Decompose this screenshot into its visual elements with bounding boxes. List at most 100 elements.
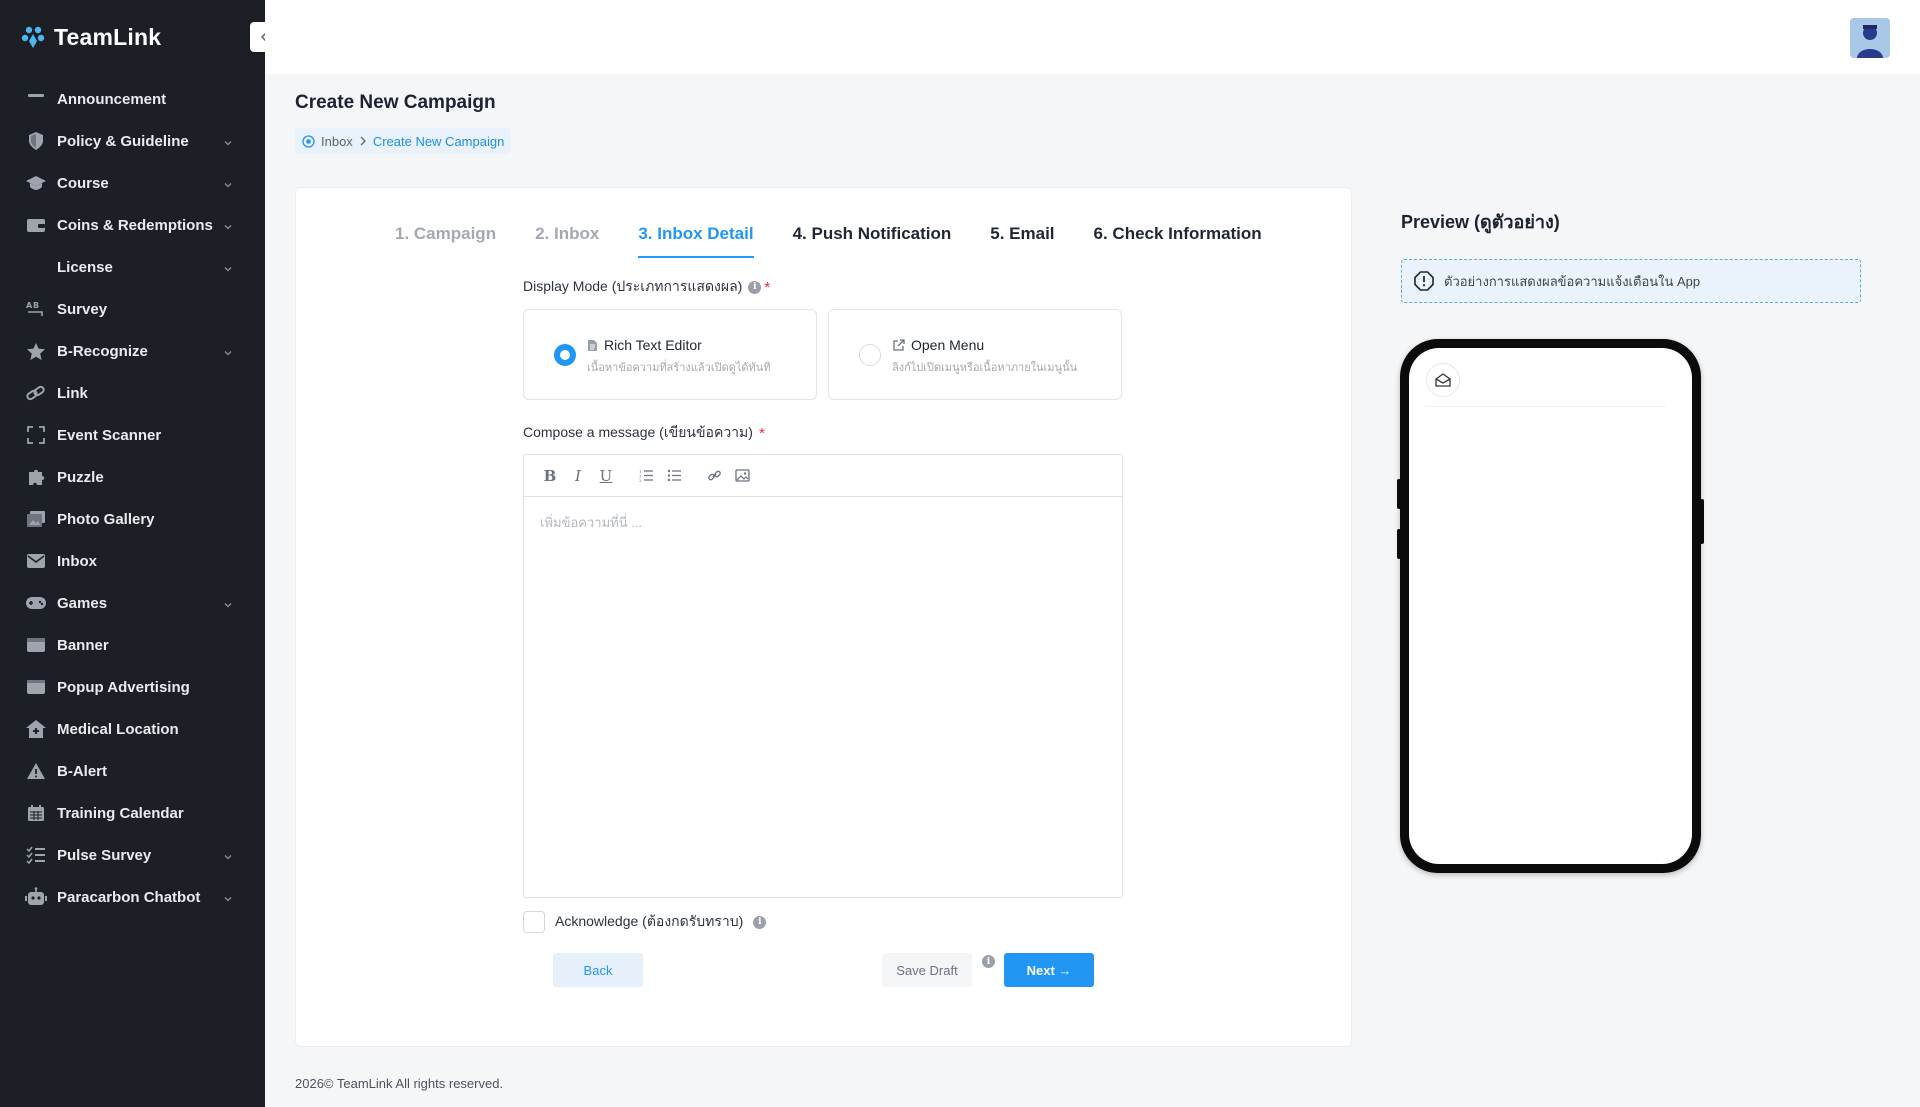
display-mode-label: Display Mode (ประเภทการแสดงผล) — [523, 278, 743, 294]
tab-step-4[interactable]: 4. Push Notification — [793, 222, 952, 258]
mode-rich-text-editor[interactable]: Rich Text Editor เนื้อหาข้อความที่สร้างแ… — [523, 309, 817, 400]
sidebar-item-label: Coins & Redemptions — [57, 216, 213, 234]
sidebar-item-games[interactable]: Games — [0, 582, 265, 624]
step-tabs: 1. Campaign 2. Inbox 3. Inbox Detail 4. Pus… — [395, 222, 1262, 258]
sidebar-item-label: Games — [57, 594, 108, 612]
sidebar-item-b-recognize[interactable]: B-Recognize — [0, 330, 265, 372]
sidebar-item-label: B-Recognize — [57, 342, 148, 360]
popup-icon — [24, 676, 48, 698]
mode-subtitle: ลิงก์ไปเปิดเมนูหรือเนื้อหาภายในเมนูนั้น — [892, 362, 1078, 374]
user-avatar-icon — [1850, 18, 1890, 58]
sidebar-item-survey[interactable]: A B Survey — [0, 288, 265, 330]
chevron-down-icon — [223, 177, 235, 189]
sidebar-item-paracarbon-chatbot[interactable]: Paracarbon Chatbot — [0, 876, 265, 918]
checklist-icon — [24, 844, 48, 866]
phone-side-button — [1700, 499, 1704, 544]
sidebar-item-announcement[interactable]: Announcement — [0, 78, 265, 120]
sidebar-item-banner[interactable]: Banner — [0, 624, 265, 666]
sidebar-item-label: Medical Location — [57, 720, 179, 738]
acknowledge-label: Acknowledge (ต้องกดรับทราบ) — [555, 913, 744, 929]
sidebar-item-label: B-Alert — [57, 762, 108, 780]
editor-content-area[interactable]: เพิ่มข้อความที่นี่ ... — [524, 497, 1122, 897]
sidebar-item-b-alert[interactable]: B-Alert — [0, 750, 265, 792]
mode-open-menu[interactable]: Open Menu ลิงก์ไปเปิดเมนูหรือเนื้อหาภายใ… — [828, 309, 1122, 400]
tab-step-1[interactable]: 1. Campaign — [395, 222, 496, 258]
tab-step-3[interactable]: 3. Inbox Detail — [638, 222, 754, 258]
italic-icon[interactable]: I — [564, 462, 592, 490]
phone-side-button — [1397, 479, 1401, 509]
sidebar-item-license[interactable]: License — [0, 246, 265, 288]
footer-copyright: 2026© TeamLink All rights reserved. — [295, 1076, 504, 1091]
sidebar-item-policy-guideline[interactable]: Policy & Guideline — [0, 120, 265, 162]
sidebar-item-link[interactable]: Link — [0, 372, 265, 414]
tab-step-6[interactable]: 6. Check Information — [1094, 222, 1262, 258]
sidebar-item-training-calendar[interactable]: Training Calendar — [0, 792, 265, 834]
banner-icon — [24, 634, 48, 656]
ordered-list-icon[interactable]: 123 — [632, 462, 660, 490]
brand[interactable]: TeamLink — [0, 0, 265, 74]
user-avatar[interactable] — [1850, 18, 1890, 58]
mode-title: Rich Text Editor — [604, 337, 702, 353]
compose-label: Compose a message (เขียนข้อความ) — [523, 424, 753, 440]
info-icon[interactable]: i — [748, 280, 762, 294]
brand-name: TeamLink — [54, 23, 162, 50]
info-icon[interactable]: i — [982, 955, 995, 968]
chevron-down-icon — [223, 597, 235, 609]
link-icon[interactable] — [700, 462, 728, 490]
chevron-down-icon — [223, 261, 235, 273]
radio-open-menu[interactable] — [859, 344, 881, 366]
page-title: Create New Campaign — [295, 92, 496, 113]
sidebar-item-label: Puzzle — [57, 468, 104, 486]
graduation-cap-icon — [24, 172, 48, 194]
underline-icon[interactable]: U — [592, 462, 620, 490]
sidebar-item-popup-advertising[interactable]: Popup Advertising — [0, 666, 265, 708]
sidebar-item-label: Paracarbon Chatbot — [57, 888, 201, 906]
phone-preview — [1397, 339, 1704, 873]
display-mode-label-row: Display Mode (ประเภทการแสดงผล) i * — [523, 276, 770, 298]
info-icon[interactable]: i — [753, 915, 767, 929]
document-icon — [588, 339, 597, 351]
envelope-icon — [24, 550, 48, 572]
mode-title-row: Rich Text Editor — [587, 337, 702, 353]
sidebar-nav: Announcement Policy & Guideline Course Coin… — [0, 78, 265, 918]
sidebar-item-puzzle[interactable]: Puzzle — [0, 456, 265, 498]
teamlink-logo-icon — [21, 26, 45, 48]
sidebar-item-label: Survey — [57, 300, 108, 318]
breadcrumb-inbox-link[interactable]: Inbox — [321, 134, 353, 149]
ab-test-icon: AB — [24, 298, 48, 320]
radio-rich-text-editor[interactable] — [554, 344, 576, 366]
save-draft-button[interactable]: Save Draft — [882, 953, 972, 987]
sidebar-item-label: Announcement — [57, 90, 167, 108]
tab-step-5[interactable]: 5. Email — [990, 222, 1054, 258]
chevron-down-icon — [223, 135, 235, 147]
preview-note: ตัวอย่างการแสดงผลข้อความแจ้งเตือนใน App — [1401, 259, 1861, 303]
sidebar-item-event-scanner[interactable]: Event Scanner — [0, 414, 265, 456]
back-button[interactable]: Back — [553, 953, 643, 987]
tab-step-2[interactable]: 2. Inbox — [535, 222, 599, 258]
bold-icon[interactable]: B — [536, 462, 564, 490]
editor-toolbar: B I U 123 — [524, 455, 1122, 497]
sidebar-item-course[interactable]: Course — [0, 162, 265, 204]
medical-house-icon — [24, 718, 48, 740]
sidebar-item-inbox[interactable]: Inbox — [0, 540, 265, 582]
sidebar-item-label: Popup Advertising — [57, 678, 190, 696]
sidebar-item-photo-gallery[interactable]: Photo Gallery — [0, 498, 265, 540]
svg-text:B: B — [33, 301, 39, 310]
sidebar-item-coins-redemptions[interactable]: Coins & Redemptions — [0, 204, 265, 246]
robot-icon — [24, 886, 48, 908]
chevron-right-icon — [360, 136, 366, 146]
image-icon[interactable] — [728, 462, 756, 490]
required-mark: * — [764, 278, 771, 296]
sidebar-item-pulse-survey[interactable]: Pulse Survey — [0, 834, 265, 876]
sidebar-item-medical-location[interactable]: Medical Location — [0, 708, 265, 750]
chevron-down-icon — [223, 219, 235, 231]
required-mark: * — [758, 424, 765, 442]
acknowledge-row: Acknowledge (ต้องกดรับทราบ) i — [523, 911, 767, 933]
bullet-list-icon[interactable] — [660, 462, 688, 490]
chevron-down-icon — [223, 891, 235, 903]
phone-screen — [1409, 348, 1692, 864]
rich-text-editor: B I U 123 เพิ่มข้อความที่นี่ ... — [523, 454, 1123, 898]
mode-subtitle: เนื้อหาข้อความที่สร้างแล้วเปิดดูได้ทันที — [587, 362, 771, 374]
acknowledge-checkbox[interactable] — [523, 911, 545, 933]
next-button[interactable]: Next → — [1004, 953, 1094, 987]
